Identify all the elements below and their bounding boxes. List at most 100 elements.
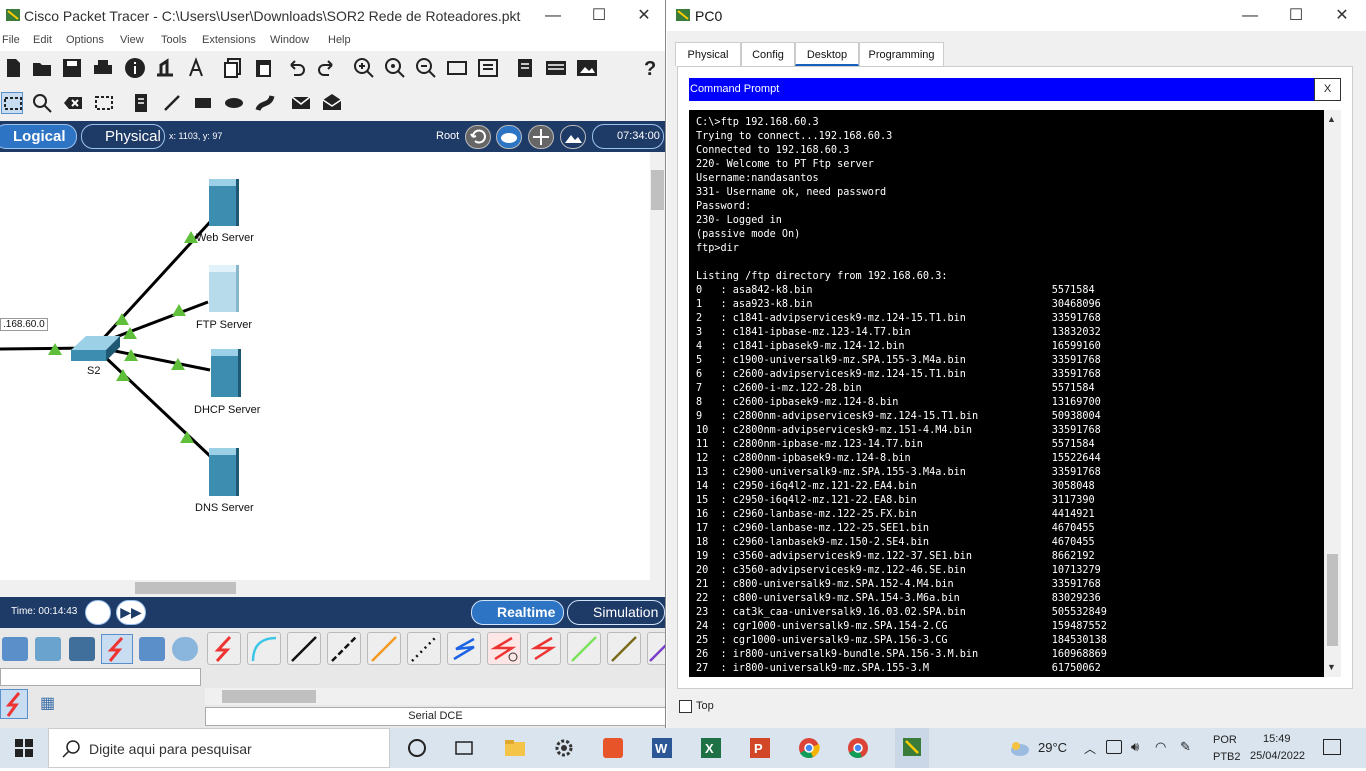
help-icon[interactable]: ? [639,57,661,80]
tab-programming[interactable]: Programming [859,42,944,66]
cable-scroll-thumb[interactable] [222,690,316,703]
draw-line-icon[interactable] [161,92,183,114]
end-devices-icon[interactable] [35,637,61,661]
menu-file[interactable]: File [2,34,20,46]
notes-icon[interactable] [514,57,536,79]
add-simple-pdu-icon[interactable] [290,92,312,114]
components-icon[interactable] [69,637,95,661]
move-object-icon[interactable] [528,125,554,149]
chrome-icon[interactable] [797,736,821,760]
pc0-close-button[interactable]: ✕ [1319,0,1365,31]
menu-edit[interactable]: Edit [33,34,52,46]
redo-icon[interactable] [316,57,338,79]
minimize-button[interactable]: — [530,0,576,31]
undo-icon[interactable] [285,57,307,79]
wifi-icon[interactable]: ◠ [1155,739,1166,755]
file-explorer-icon[interactable] [503,736,527,760]
menu-view[interactable]: View [120,34,144,46]
serial-dte-cable-icon[interactable] [527,632,561,665]
packet-tracer-taskbar-icon[interactable] [895,728,929,768]
logical-workspace[interactable]: Web Server FTP Server DHCP Server DNS Se… [0,152,650,580]
connections-icon[interactable] [101,634,133,664]
paste-icon[interactable] [253,57,275,79]
copper-cross-icon[interactable] [327,632,361,665]
pen-icon[interactable]: ✎ [1180,739,1191,755]
close-button[interactable]: ✕ [621,0,665,31]
start-button[interactable] [15,739,33,757]
grid-icon[interactable]: ▦ [40,696,56,712]
open-folder-icon[interactable] [31,57,53,79]
tray-chevron-up-icon[interactable]: ︿ [1084,740,1096,757]
menu-help[interactable]: Help [328,34,351,46]
scroll-down-icon[interactable]: ▼ [1327,662,1336,672]
draw-ellipse-icon[interactable] [223,92,245,114]
print-icon[interactable] [92,57,114,79]
language-indicator[interactable]: POR [1213,734,1237,746]
power-cycle-icon[interactable] [85,600,111,625]
weather-icon[interactable] [1008,738,1030,758]
pc0-maximize-button[interactable]: ☐ [1273,0,1319,31]
command-prompt-terminal[interactable]: C:\>ftp 192.168.60.3 Trying to connect...… [689,110,1324,677]
connections-subcategory-icon[interactable] [0,689,28,719]
physical-view-button[interactable]: Physical [81,124,165,149]
zoom-in-icon[interactable] [353,57,375,79]
freeform-icon[interactable] [254,92,276,114]
pc0-minimize-button[interactable]: — [1227,0,1273,31]
menu-tools[interactable]: Tools [161,34,187,46]
settings-icon[interactable] [552,736,576,760]
cable-list-scrollbar[interactable] [205,688,665,705]
vertical-scroll-thumb[interactable] [651,170,664,210]
logical-view-button[interactable]: Logical [0,124,77,149]
workspace-horizontal-scrollbar[interactable] [0,580,650,596]
info-icon[interactable] [124,57,146,79]
miscellaneous-icon[interactable] [139,637,165,661]
coaxial-cable-icon[interactable] [447,632,481,665]
chrome-profile-icon[interactable] [846,736,870,760]
maximize-button[interactable]: ☐ [576,0,622,31]
battery-icon[interactable] [1106,740,1122,754]
cluster-cloud-icon[interactable] [496,125,522,149]
automatic-cable-icon[interactable] [207,632,241,665]
viewport-clock[interactable]: 07:34:00 [592,124,664,149]
clock-time[interactable]: 15:49 [1263,733,1291,745]
custom-devices-icon[interactable] [477,57,499,79]
screenshot-icon[interactable] [576,57,598,79]
tab-desktop[interactable]: Desktop [795,42,859,66]
tab-physical[interactable]: Physical [675,42,741,66]
fiber-cable-icon[interactable] [367,632,401,665]
octal-cable-icon[interactable] [567,632,601,665]
scroll-up-icon[interactable]: ▲ [1327,114,1336,124]
word-icon[interactable]: W [650,736,674,760]
select-tool-icon[interactable] [1,92,23,114]
device-template-icon[interactable] [545,57,567,79]
clock-date[interactable]: 25/04/2022 [1250,750,1305,762]
draw-rectangle-icon[interactable] [192,92,214,114]
copper-straight-icon[interactable] [287,632,321,665]
task-view-icon[interactable] [452,736,476,760]
phone-cable-icon[interactable] [407,632,441,665]
new-file-icon[interactable] [2,57,24,79]
background-image-icon[interactable] [560,125,586,149]
menu-extensions[interactable]: Extensions [202,34,256,46]
iot-cable-icon[interactable] [607,632,641,665]
workspace-vertical-scrollbar[interactable] [650,152,665,580]
horizontal-scroll-thumb[interactable] [135,582,236,594]
taskbar-search-box[interactable]: Digite aqui para pesquisar [48,728,390,768]
place-note-icon[interactable] [130,92,152,114]
copy-icon[interactable] [222,57,244,79]
resize-shape-icon[interactable] [93,92,115,114]
powerpoint-icon[interactable]: P [748,736,772,760]
delete-icon[interactable] [62,92,84,114]
activity-wizard-icon[interactable] [185,57,207,79]
back-icon[interactable] [465,125,491,149]
zoom-out-icon[interactable] [415,57,437,79]
usb-cable-icon[interactable] [647,632,665,665]
office-app-icon[interactable] [601,736,625,760]
simulation-mode-button[interactable]: Simulation [567,600,665,625]
command-prompt-close-button[interactable]: X [1314,78,1341,101]
network-wizard-icon[interactable] [154,57,176,79]
serial-dce-cable-icon[interactable] [487,632,521,665]
tab-config[interactable]: Config [741,42,795,66]
volume-icon[interactable]: 🔊︎ [1131,739,1139,755]
multiuser-icon[interactable] [172,637,198,661]
